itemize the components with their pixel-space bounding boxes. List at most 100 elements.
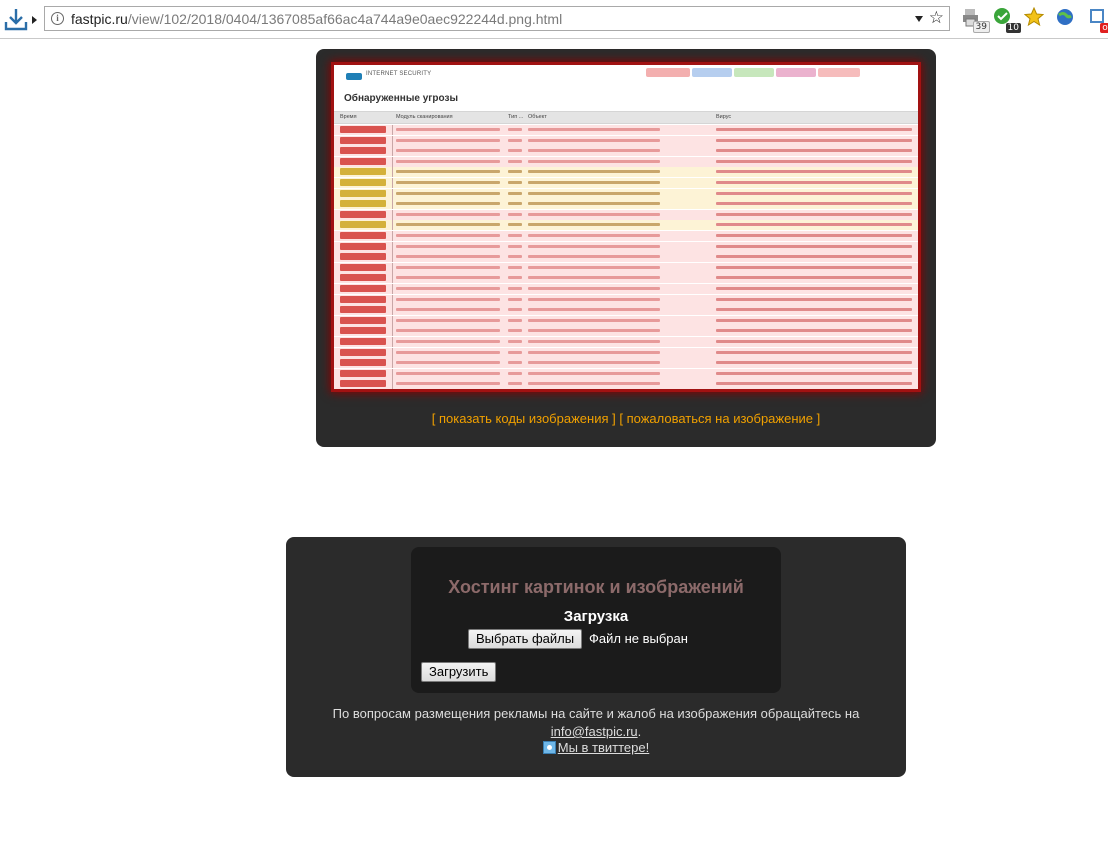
image-row-separator [392,146,393,157]
image-row-date-badge [340,327,386,335]
image-row-separator [392,156,393,167]
eset-logo [346,73,362,80]
image-row-date-badge [340,285,386,292]
image-row-type-text [508,234,522,237]
image-row-object-text [528,191,660,195]
image-row-type-text [508,297,522,301]
image-col-virus: Вирус [716,114,732,120]
image-row-module-text [396,265,500,269]
url-text[interactable]: fastpic.ru/view/102/2018/0404/1367085af6… [71,11,562,27]
image-row-virus-text [716,382,912,386]
image-row-separator [392,252,393,263]
image-table-row [334,231,918,241]
url-path: /view/102/2018/0404/1367085af66ac4a744a9… [127,11,563,27]
image-row-type-text [508,371,522,375]
twitter-link[interactable]: Мы в твиттере! [558,740,650,755]
upload-heading: Загрузка [563,608,629,625]
image-row-module-text [396,138,500,142]
image-row-object-text [528,149,660,153]
image-row-separator [392,220,393,231]
address-bar[interactable]: i fastpic.ru/view/102/2018/0404/1367085a… [44,6,950,31]
image-row-type-text [508,223,522,227]
image-row-type-text [508,329,522,333]
image-table-row [334,326,918,337]
contact-email-link[interactable]: info@fastpic.ru [551,724,638,739]
image-row-virus-text [716,255,912,259]
image-row-object-text [528,212,660,216]
image-table-row [334,220,918,231]
image-table-row [334,156,918,167]
image-table-row [334,135,918,146]
image-table-row [334,305,918,316]
image-row-virus-text [716,138,912,142]
image-row-separator [392,368,393,379]
info-icon[interactable]: i [51,12,64,25]
download-icon[interactable] [4,7,28,31]
shield-badge: 10 [1005,23,1021,33]
image-row-module-text [396,202,500,206]
image-row-type-text [508,191,522,195]
image-row-virus-text [716,329,912,333]
image-table-row [334,252,918,263]
image-row-module-text [396,170,500,174]
show-image-codes-link[interactable]: [ показать коды изображения ] [432,411,616,426]
image-row-type-text [508,265,522,269]
uploaded-image[interactable]: INTERNET SECURITY Обнаруженные угрозы Вр… [334,65,918,389]
image-row-date-badge [340,136,386,144]
image-row-module-text [396,244,500,248]
report-image-link[interactable]: [ пожаловаться на изображение ] [619,411,820,426]
image-row-module-text [396,287,500,290]
image-row-type-text [508,287,522,290]
image-row-virus-text [716,128,912,131]
shield-check-icon[interactable]: 10 [993,7,1021,33]
image-row-date-badge [340,295,386,303]
image-row-date-badge [340,274,386,282]
image-row-date-badge [340,359,386,367]
image-heading: Обнаруженные угрозы [344,93,459,104]
image-row-separator [392,178,393,188]
image-row-date-badge [340,316,386,324]
image-row-virus-text [716,159,912,163]
image-table-row [334,379,918,389]
image-tab [646,68,690,77]
contact-text: По вопросам размещения рекламы на сайте … [332,706,860,721]
image-table-row [334,284,918,294]
image-row-virus-text [716,244,912,248]
image-row-object-text [528,340,660,343]
proxy-icon[interactable]: off [1088,7,1108,33]
site-title: Хостинг картинок и изображений [448,577,744,597]
choose-files-button[interactable]: Выбрать файлы [468,629,583,649]
image-row-separator [392,231,393,241]
globe-icon[interactable] [1055,7,1079,31]
image-row-object-text [528,361,660,365]
image-row-module-text [396,223,500,227]
image-row-object-text [528,181,660,184]
image-table-row [334,188,918,199]
image-row-date-badge [340,168,386,176]
dropdown-arrow-icon[interactable] [915,16,923,22]
star-icon[interactable] [1023,6,1048,31]
image-row-type-text [508,361,522,365]
image-table-row [334,178,918,188]
upload-submit-button[interactable]: Загрузить [421,662,497,682]
image-row-separator [392,188,393,199]
image-row-object-text [528,371,660,375]
twitter-icon[interactable] [542,741,556,754]
image-row-date-badge [340,380,386,388]
image-row-date-badge [340,242,386,250]
twitter-line: Мы в твиттере! [286,740,906,755]
image-row-type-text [508,202,522,206]
printer-badge: 39 [972,21,990,33]
image-row-type-text [508,128,522,131]
image-row-separator [392,167,393,178]
image-row-object-text [528,382,660,386]
image-table-row [334,347,918,358]
bookmark-star-icon[interactable]: ☆ [929,8,944,28]
image-table-row [334,368,918,379]
printer-icon[interactable]: 39 [962,7,990,33]
image-row-virus-text [716,361,912,365]
chevron-right-icon[interactable] [32,13,38,25]
image-row-separator [392,125,393,135]
image-row-virus-text [716,191,912,195]
image-row-virus-text [716,350,912,354]
